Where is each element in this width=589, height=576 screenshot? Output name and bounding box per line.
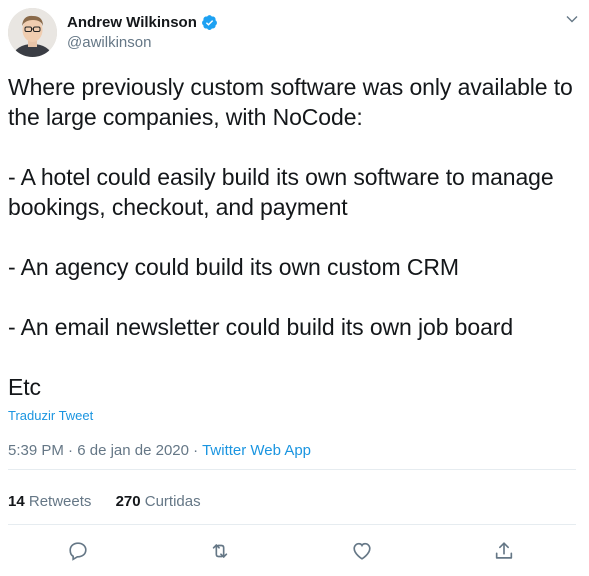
share-icon[interactable] bbox=[493, 540, 515, 562]
display-name[interactable]: Andrew Wilkinson bbox=[67, 14, 197, 31]
divider bbox=[8, 524, 576, 525]
tweet-header: Andrew Wilkinson @awilkinson bbox=[8, 6, 583, 57]
heart-icon[interactable] bbox=[351, 540, 373, 562]
tweet-card: Andrew Wilkinson @awilkinson Where previ… bbox=[0, 0, 589, 576]
avatar[interactable] bbox=[8, 8, 57, 57]
author-names: Andrew Wilkinson @awilkinson bbox=[67, 12, 218, 51]
likes-stat[interactable]: 270 Curtidas bbox=[116, 493, 201, 510]
chevron-down-icon[interactable] bbox=[565, 12, 579, 26]
tweet-text: Where previously custom software was onl… bbox=[8, 74, 573, 400]
tweet-date[interactable]: 6 de jan de 2020 bbox=[77, 442, 189, 459]
tweet-actions bbox=[0, 540, 589, 562]
translate-tweet-link[interactable]: Traduzir Tweet bbox=[8, 408, 93, 423]
retweet-icon[interactable] bbox=[209, 540, 231, 562]
tweet-source-link[interactable]: Twitter Web App bbox=[202, 442, 311, 459]
reply-icon[interactable] bbox=[67, 540, 89, 562]
handle[interactable]: @awilkinson bbox=[67, 34, 218, 51]
retweets-label: Retweets bbox=[24, 493, 92, 510]
likes-count: 270 bbox=[115, 493, 141, 510]
retweets-stat[interactable]: 14 Retweets bbox=[8, 493, 91, 510]
tweet-time[interactable]: 5:39 PM bbox=[8, 442, 64, 459]
retweets-count: 14 bbox=[8, 493, 25, 510]
avatar-photo bbox=[8, 8, 57, 57]
divider bbox=[8, 469, 576, 470]
verified-badge-icon bbox=[201, 14, 218, 31]
tweet-meta: 5:39 PM · 6 de jan de 2020 · Twitter Web… bbox=[8, 442, 311, 459]
tweet-stats: 14 Retweets 270 Curtidas bbox=[8, 493, 221, 510]
likes-label: Curtidas bbox=[140, 493, 201, 510]
meta-separator: · bbox=[189, 442, 203, 459]
meta-separator: · bbox=[63, 442, 78, 459]
